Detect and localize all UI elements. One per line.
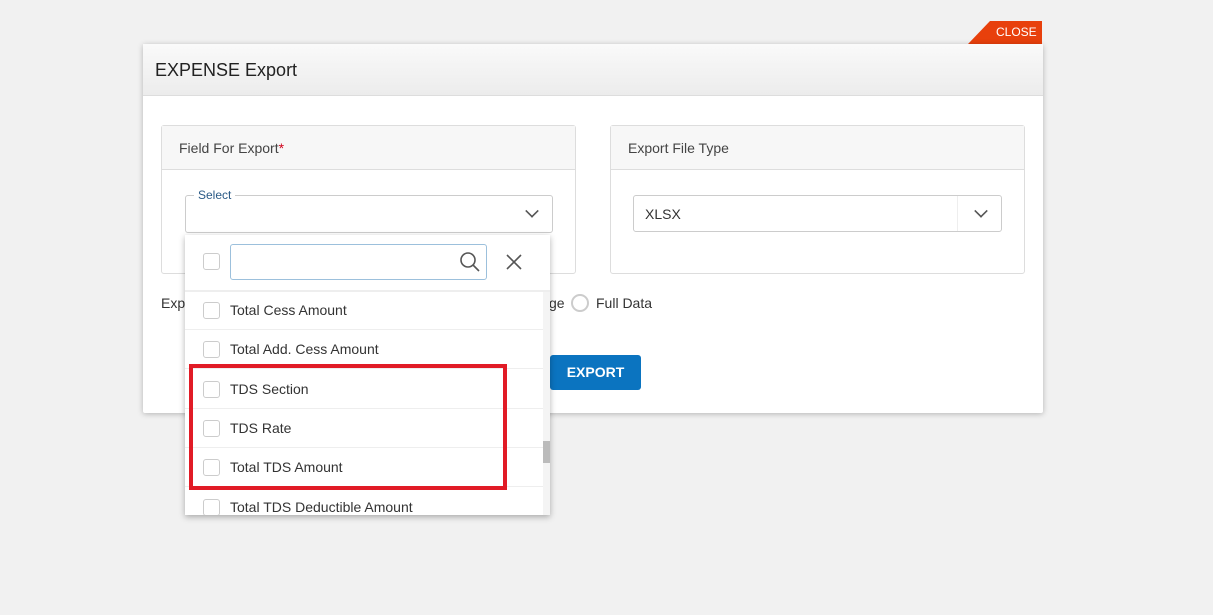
item-label: Total Cess Amount xyxy=(230,302,347,318)
option-label: ge xyxy=(549,295,565,311)
search-input[interactable] xyxy=(230,244,487,280)
close-button[interactable]: CLOSE xyxy=(968,21,1042,44)
divider xyxy=(957,196,958,231)
scrollbar[interactable] xyxy=(543,292,550,515)
list-item[interactable]: Total TDS Deductible Amount xyxy=(185,488,543,515)
close-icon[interactable] xyxy=(506,254,522,270)
list-item[interactable]: Total Cess Amount xyxy=(185,291,543,330)
highlight-box xyxy=(189,364,507,490)
select-all-checkbox[interactable] xyxy=(203,253,220,270)
chevron-down-icon xyxy=(525,204,539,218)
export-button[interactable]: EXPORT xyxy=(550,355,641,390)
chevron-down-icon xyxy=(974,204,988,218)
panel-title: Field For Export* xyxy=(162,126,575,170)
select-legend: Select xyxy=(194,188,236,202)
full-data-label: Full Data xyxy=(596,295,653,311)
item-label: Total Add. Cess Amount xyxy=(230,341,379,358)
export-options-label: Exp xyxy=(161,295,186,311)
modal-title: EXPENSE Export xyxy=(143,44,1043,96)
item-label: Total TDS Deductible Amount xyxy=(230,498,413,515)
file-type-select[interactable]: XLSX xyxy=(633,195,1002,232)
scrollbar-thumb[interactable] xyxy=(543,441,550,463)
checkbox[interactable] xyxy=(203,302,220,319)
checkbox[interactable] xyxy=(203,341,220,359)
search-icon xyxy=(460,252,480,272)
checkbox[interactable] xyxy=(203,498,220,515)
full-data-radio[interactable] xyxy=(571,294,589,312)
selected-value: XLSX xyxy=(645,206,681,222)
panel-title: Export File Type xyxy=(611,126,1024,170)
field-select[interactable]: Select xyxy=(185,188,553,233)
